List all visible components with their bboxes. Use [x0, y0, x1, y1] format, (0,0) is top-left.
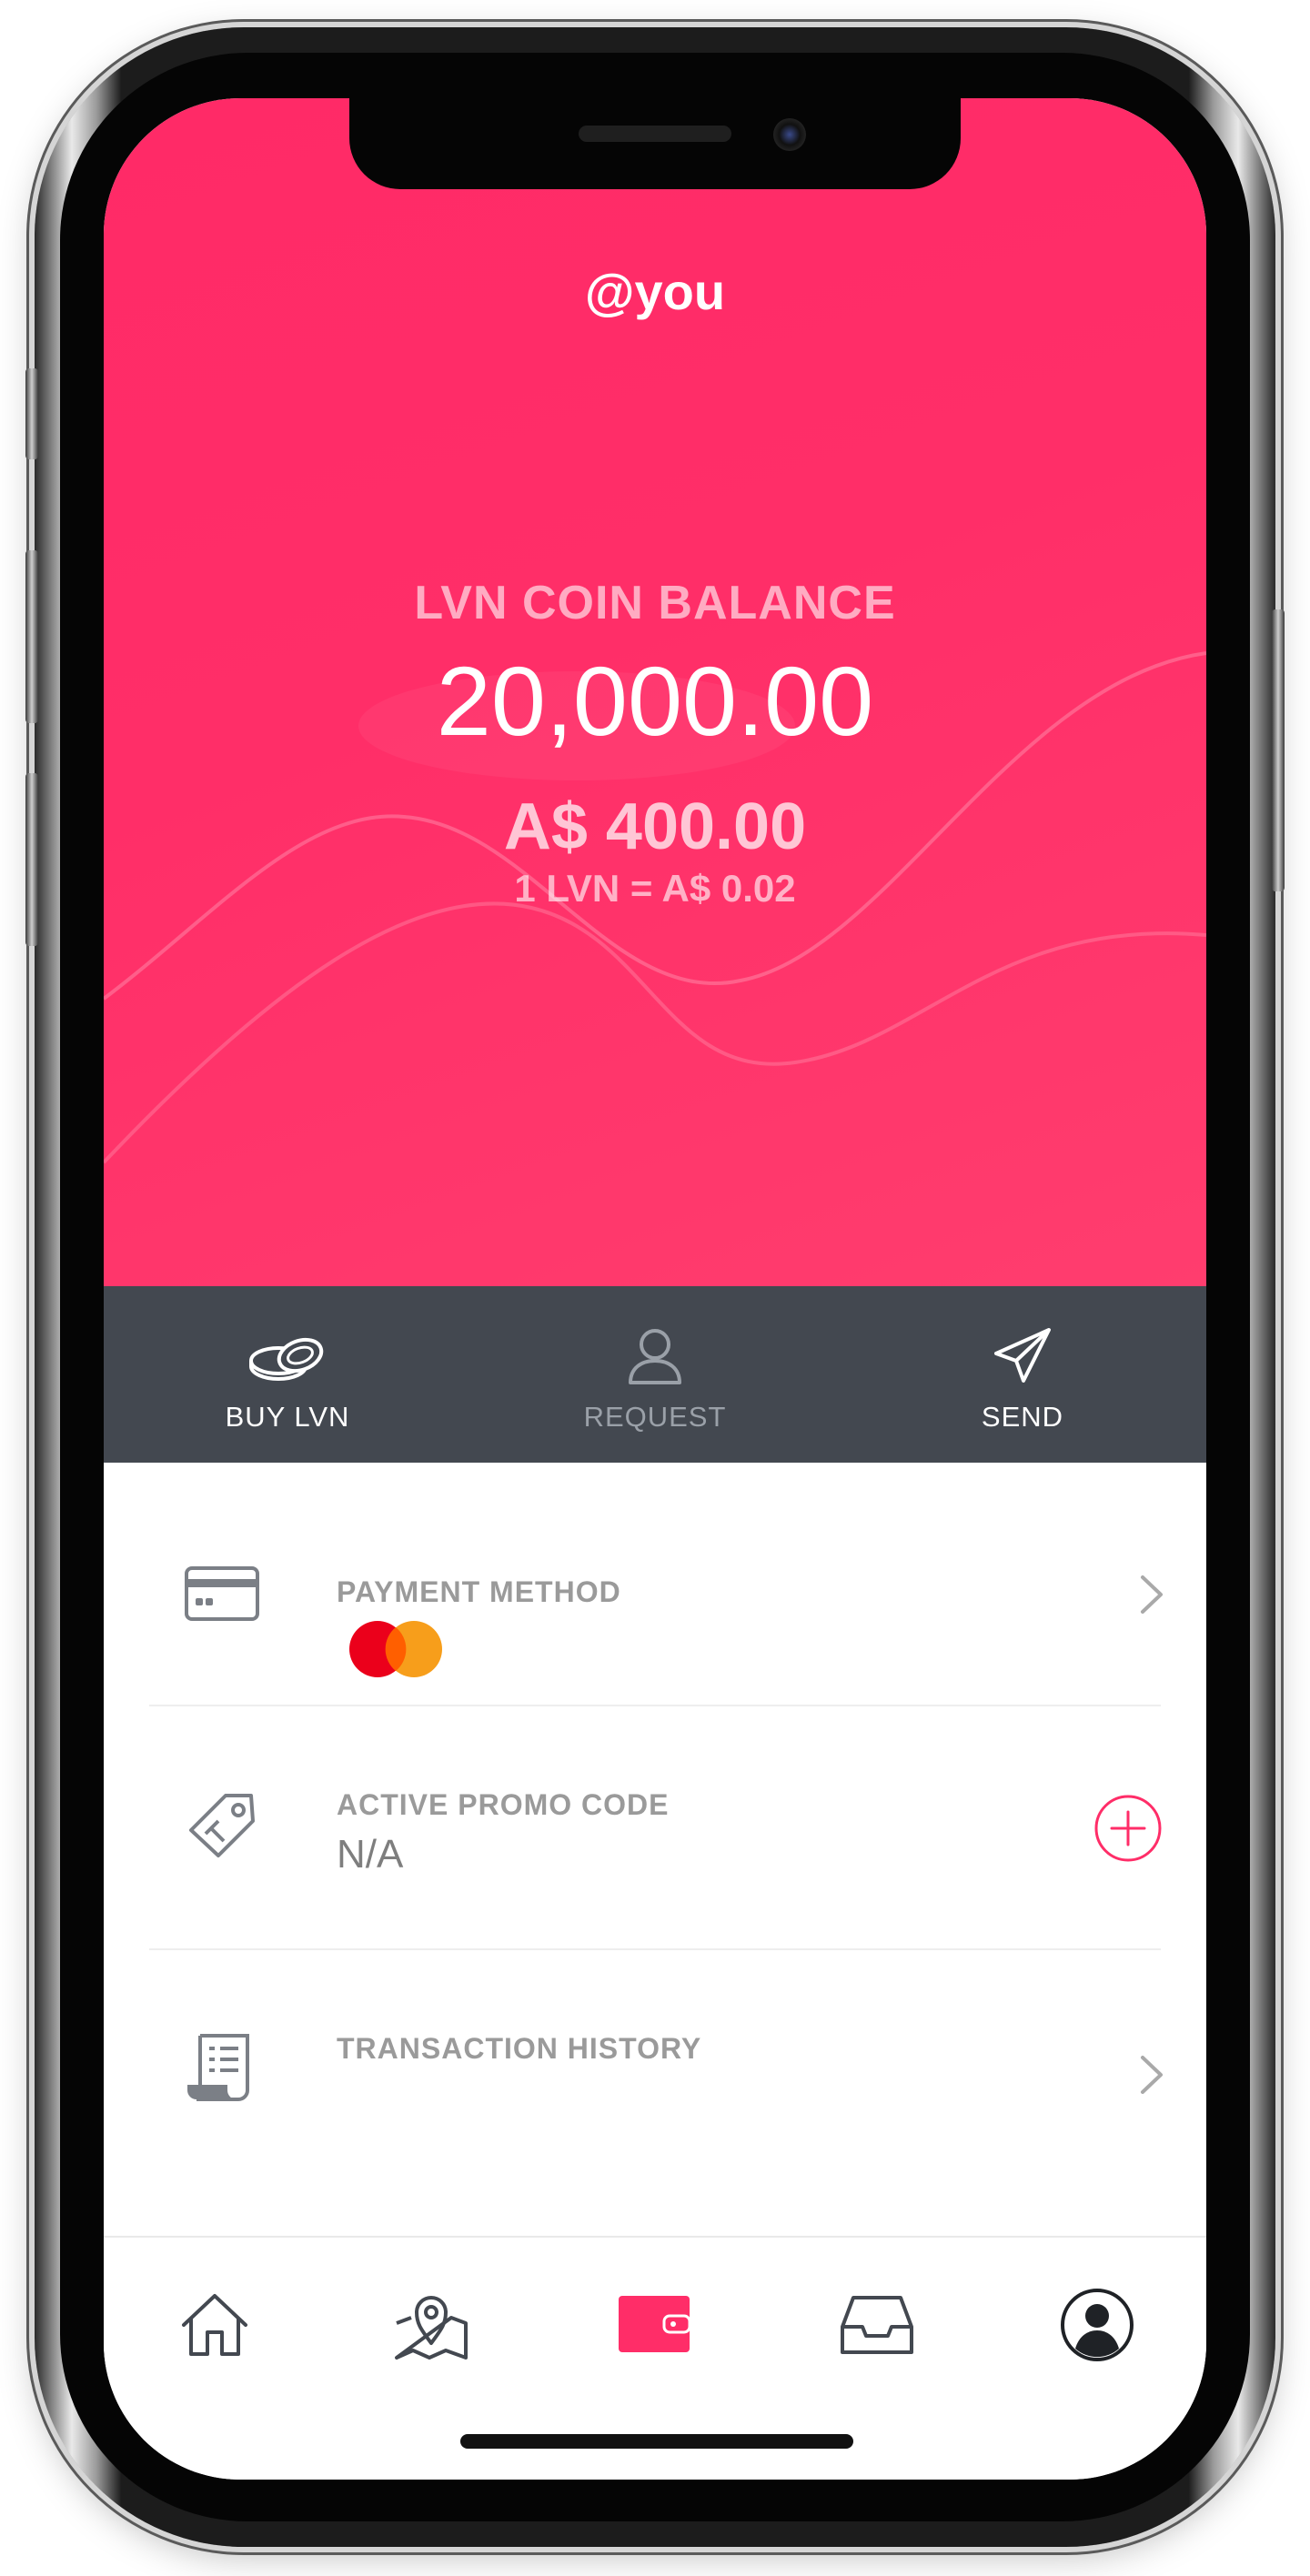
paper-plane-icon [994, 1328, 1051, 1383]
payment-method-row[interactable]: PAYMENT METHOD [104, 1463, 1206, 1706]
home-icon [182, 2294, 247, 2356]
coins-icon [249, 1337, 324, 1382]
credit-card-icon [185, 1566, 259, 1621]
send-button[interactable]: SEND [839, 1286, 1206, 1463]
send-label: SEND [981, 1401, 1064, 1433]
chevron-right-icon [1141, 2056, 1163, 2094]
action-bar: BUY LVN REQUEST SEND [104, 1286, 1206, 1463]
tab-wallet[interactable] [617, 2287, 693, 2363]
mastercard-icon [349, 1621, 442, 1677]
map-pin-icon [395, 2296, 468, 2360]
mute-switch [25, 368, 38, 459]
speaker-grille [579, 126, 731, 142]
username: @you [584, 263, 726, 320]
promo-code-title: ACTIVE PROMO CODE [337, 1788, 670, 1821]
balance-label: LVN COIN BALANCE [414, 577, 896, 629]
power-button [1272, 609, 1285, 891]
transaction-history-row[interactable]: TRANSACTION HISTORY [104, 1950, 1206, 2194]
app-screen: @you LVN COIN BALANCE 20,000.00 A$ 400.0… [104, 98, 1206, 2480]
receipt-icon [187, 2034, 249, 2101]
buy-lvn-label: BUY LVN [225, 1401, 350, 1433]
profile-icon [1061, 2289, 1134, 2361]
home-indicator [460, 2434, 853, 2449]
chevron-right-icon [1141, 1575, 1163, 1614]
volume-up-button [25, 550, 38, 723]
promo-code-row: ACTIVE PROMO CODE N/A [104, 1706, 1206, 1950]
balance-value: 20,000.00 [436, 646, 874, 756]
transaction-history-title: TRANSACTION HISTORY [337, 2032, 702, 2065]
front-camera [773, 118, 806, 151]
tab-map[interactable] [393, 2287, 469, 2363]
exchange-rate: 1 LVN = A$ 0.02 [514, 867, 796, 910]
device-notch [349, 98, 961, 189]
wallet-icon [619, 2296, 691, 2352]
promo-code-value: N/A [337, 1832, 404, 1877]
tab-profile[interactable] [1059, 2287, 1135, 2363]
add-promo-code-button[interactable] [1093, 1794, 1163, 1863]
request-button[interactable]: REQUEST [471, 1286, 839, 1463]
fiat-value: A$ 400.00 [503, 790, 807, 863]
payment-method-title: PAYMENT METHOD [337, 1575, 621, 1608]
buy-lvn-button[interactable]: BUY LVN [104, 1286, 471, 1463]
person-icon [629, 1329, 681, 1384]
volume-down-button [25, 773, 38, 946]
tag-icon [189, 1794, 255, 1857]
tab-inbox[interactable] [839, 2287, 915, 2363]
inbox-tray-icon [841, 2296, 913, 2354]
balance-header: @you LVN COIN BALANCE 20,000.00 A$ 400.0… [104, 98, 1206, 1286]
request-label: REQUEST [583, 1401, 727, 1433]
tab-home[interactable] [176, 2287, 253, 2363]
